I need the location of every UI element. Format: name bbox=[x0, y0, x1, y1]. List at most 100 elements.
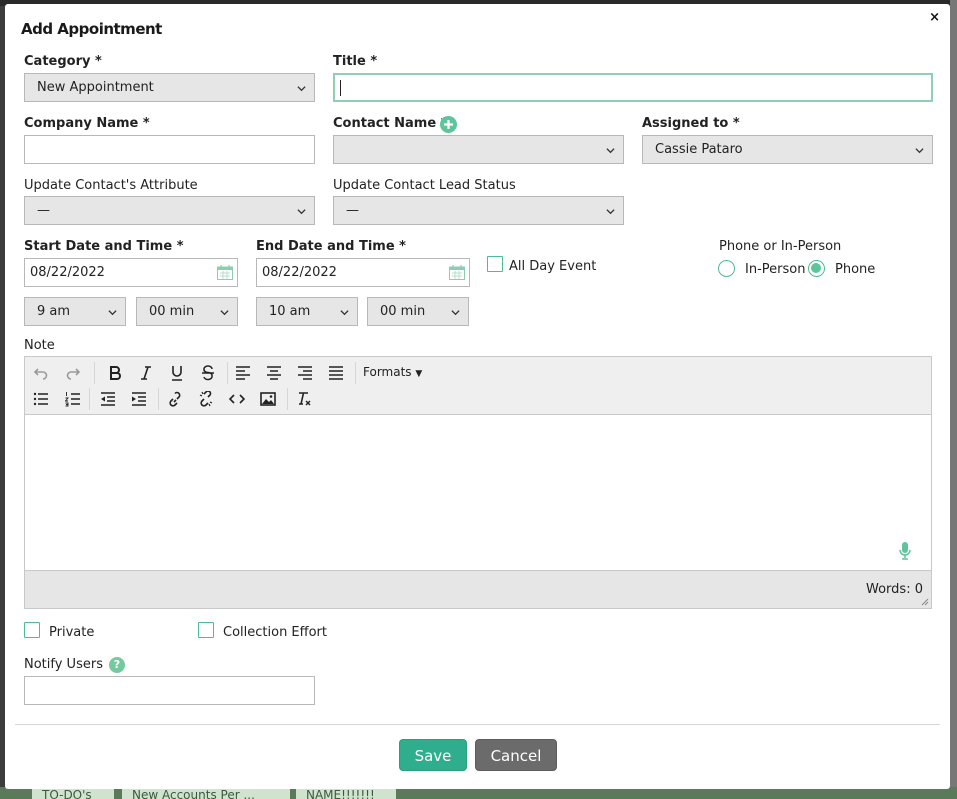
update-lead-status-select[interactable]: — bbox=[333, 196, 624, 225]
phone-radio[interactable] bbox=[808, 260, 825, 277]
start-date-value: 08/22/2022 bbox=[30, 265, 105, 280]
underline-icon[interactable] bbox=[166, 363, 188, 383]
modal-title: Add Appointment bbox=[21, 20, 162, 38]
redo-icon[interactable] bbox=[62, 363, 84, 383]
start-hour-value: 9 am bbox=[37, 304, 71, 319]
undo-icon[interactable] bbox=[30, 363, 52, 383]
update-lead-status-value: — bbox=[346, 203, 359, 218]
chevron-down-icon bbox=[340, 310, 349, 316]
strikethrough-icon[interactable] bbox=[197, 363, 219, 383]
unlink-icon[interactable] bbox=[195, 389, 217, 409]
help-icon[interactable]: ? bbox=[109, 657, 125, 673]
calendar-icon[interactable] bbox=[449, 265, 465, 280]
save-button[interactable]: Save bbox=[399, 739, 467, 771]
note-content-area[interactable] bbox=[25, 415, 931, 570]
chevron-down-icon bbox=[297, 86, 306, 92]
chevron-down-icon bbox=[297, 209, 306, 215]
category-label: Category * bbox=[24, 54, 102, 69]
align-right-icon[interactable] bbox=[294, 363, 316, 383]
word-count: Words: 0 bbox=[866, 582, 923, 597]
clear-formatting-icon[interactable] bbox=[293, 389, 315, 409]
footer-divider bbox=[15, 724, 940, 725]
align-left-icon[interactable] bbox=[232, 363, 254, 383]
all-day-checkbox[interactable] bbox=[487, 256, 503, 272]
start-minute-select[interactable]: 00 min bbox=[136, 297, 238, 326]
chevron-down-icon bbox=[220, 310, 229, 316]
end-date-input[interactable]: 08/22/2022 bbox=[256, 258, 470, 287]
end-date-value: 08/22/2022 bbox=[262, 265, 337, 280]
start-hour-select[interactable]: 9 am bbox=[24, 297, 126, 326]
toolbar-separator bbox=[94, 362, 95, 384]
toolbar-separator bbox=[158, 388, 159, 410]
chevron-down-icon bbox=[606, 148, 615, 154]
category-value: New Appointment bbox=[37, 80, 154, 95]
title-input[interactable] bbox=[333, 73, 933, 102]
chevron-down-icon bbox=[451, 310, 460, 316]
close-icon[interactable]: × bbox=[929, 10, 940, 25]
end-hour-value: 10 am bbox=[269, 304, 311, 319]
resize-grip-icon[interactable] bbox=[921, 598, 929, 606]
category-select[interactable]: New Appointment bbox=[24, 73, 315, 102]
update-attribute-select[interactable]: — bbox=[24, 196, 315, 225]
toolbar-separator bbox=[287, 388, 288, 410]
company-name-label: Company Name * bbox=[24, 116, 150, 131]
notify-users-input[interactable] bbox=[24, 676, 315, 705]
all-day-label: All Day Event bbox=[509, 259, 597, 274]
outdent-icon[interactable] bbox=[97, 389, 119, 409]
cancel-button[interactable]: Cancel bbox=[475, 739, 557, 771]
bullet-list-icon[interactable] bbox=[30, 389, 52, 409]
caret-down-icon: ▼ bbox=[415, 369, 423, 379]
private-checkbox[interactable] bbox=[24, 622, 40, 638]
collection-effort-checkbox[interactable] bbox=[198, 622, 214, 638]
chevron-down-icon bbox=[108, 310, 117, 316]
link-icon[interactable] bbox=[164, 389, 186, 409]
numbered-list-icon[interactable] bbox=[62, 389, 84, 409]
formats-dropdown[interactable]: Formats ▼ bbox=[363, 365, 422, 379]
microphone-icon[interactable] bbox=[899, 542, 911, 560]
phone-label: Phone bbox=[835, 262, 876, 277]
calendar-icon[interactable] bbox=[217, 265, 233, 280]
end-minute-value: 00 min bbox=[380, 304, 426, 319]
align-center-icon[interactable] bbox=[263, 363, 285, 383]
update-attribute-value: — bbox=[37, 203, 50, 218]
in-person-label: In-Person bbox=[745, 262, 806, 277]
note-label: Note bbox=[24, 338, 55, 353]
chevron-down-icon bbox=[915, 148, 924, 154]
company-name-input[interactable] bbox=[24, 135, 315, 164]
chevron-down-icon bbox=[606, 209, 615, 215]
contact-name-select[interactable] bbox=[333, 135, 624, 164]
formats-label: Formats bbox=[363, 365, 412, 379]
end-date-label: End Date and Time * bbox=[256, 239, 406, 254]
align-justify-icon[interactable] bbox=[325, 363, 347, 383]
editor-statusbar: Words: 0 bbox=[25, 570, 931, 608]
code-icon[interactable] bbox=[226, 389, 248, 409]
update-attribute-label: Update Contact's Attribute bbox=[24, 178, 198, 193]
start-date-input[interactable]: 08/22/2022 bbox=[24, 258, 238, 287]
start-minute-value: 00 min bbox=[149, 304, 195, 319]
update-lead-status-label: Update Contact Lead Status bbox=[333, 178, 516, 193]
in-person-radio[interactable] bbox=[718, 260, 735, 277]
title-label: Title * bbox=[333, 54, 378, 69]
assigned-to-label: Assigned to * bbox=[642, 116, 740, 131]
end-hour-select[interactable]: 10 am bbox=[256, 297, 358, 326]
private-label: Private bbox=[49, 625, 95, 640]
assigned-to-select[interactable]: Cassie Pataro bbox=[642, 135, 933, 164]
toolbar-separator bbox=[355, 362, 356, 384]
phone-in-person-label: Phone or In-Person bbox=[719, 239, 842, 254]
end-minute-select[interactable]: 00 min bbox=[367, 297, 469, 326]
toolbar-separator bbox=[89, 388, 90, 410]
start-date-label: Start Date and Time * bbox=[24, 239, 184, 254]
italic-icon[interactable] bbox=[135, 363, 157, 383]
note-editor: Formats ▼ Words: 0 bbox=[24, 356, 932, 609]
text-cursor bbox=[340, 80, 341, 96]
image-icon[interactable] bbox=[257, 389, 279, 409]
notify-users-label: Notify Users bbox=[24, 657, 103, 672]
add-contact-icon[interactable] bbox=[440, 116, 457, 133]
indent-icon[interactable] bbox=[128, 389, 150, 409]
background-right-edge bbox=[950, 0, 957, 799]
add-appointment-modal: Add Appointment × Category * New Appoint… bbox=[5, 4, 950, 789]
contact-name-label: Contact Name * bbox=[333, 116, 448, 131]
toolbar-separator bbox=[227, 362, 228, 384]
editor-toolbar: Formats ▼ bbox=[25, 357, 931, 415]
bold-icon[interactable] bbox=[104, 363, 126, 383]
